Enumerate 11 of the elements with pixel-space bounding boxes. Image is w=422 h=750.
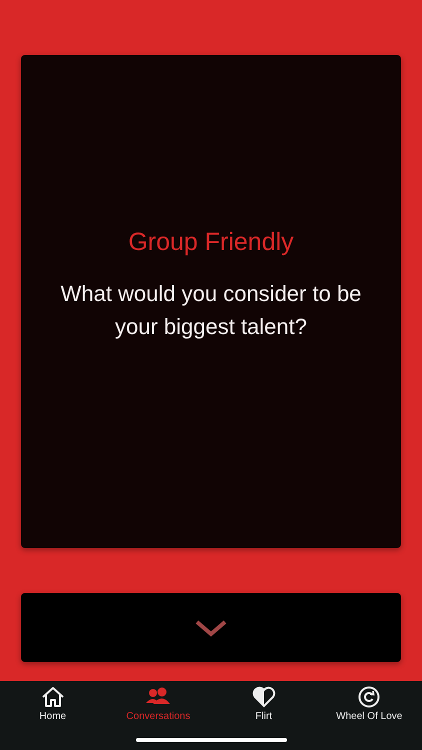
category-title: Group Friendly (128, 228, 294, 256)
question-text: What would you consider to be your biggest talent? (60, 280, 362, 341)
heart-icon (252, 686, 276, 708)
tab[interactable]: Conversations (124, 686, 192, 722)
refresh-icon (357, 686, 382, 708)
home-icon (40, 686, 65, 708)
tab[interactable]: Home (37, 686, 68, 722)
tab[interactable]: Flirt (250, 686, 278, 722)
tab[interactable]: Wheel Of Love (334, 686, 404, 722)
next-button[interactable] (21, 593, 401, 662)
chevron-down-icon (194, 618, 228, 636)
